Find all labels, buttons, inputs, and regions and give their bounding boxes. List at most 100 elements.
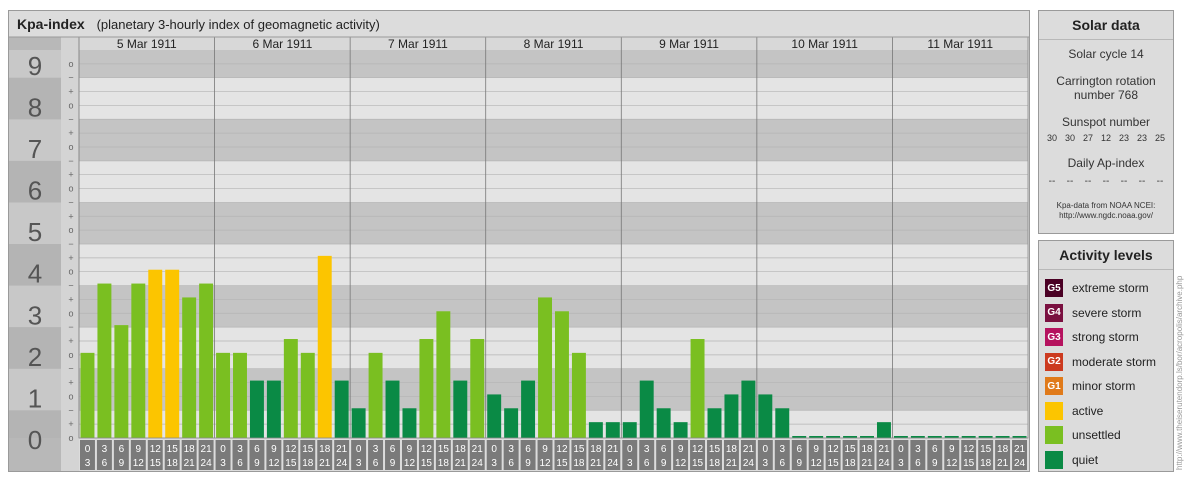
- level-label: severe storm: [1072, 305, 1142, 320]
- time-start-label: 3: [373, 444, 379, 455]
- time-start-label: 3: [915, 444, 921, 455]
- time-start-label: 0: [627, 444, 633, 455]
- kp-bar: [436, 311, 451, 438]
- kp-bar: [283, 339, 298, 438]
- y-minor-label: +: [68, 378, 73, 388]
- kp-bar: [521, 380, 536, 438]
- time-end-label: 24: [1014, 458, 1026, 469]
- time-end-label: 15: [828, 458, 840, 469]
- kp-bar: [80, 352, 95, 438]
- time-end-label: 21: [726, 458, 738, 469]
- ap-value: --: [1048, 176, 1056, 187]
- kp-bar: [656, 408, 671, 438]
- day-label: 5 Mar 1911: [117, 37, 177, 51]
- time-end-label: 9: [525, 458, 531, 469]
- level-quiet: quiet: [1039, 448, 1173, 473]
- level-label: minor storm: [1072, 379, 1136, 394]
- y-minor-label: −: [68, 322, 73, 332]
- time-end-label: 21: [455, 458, 467, 469]
- time-end-label: 3: [763, 458, 769, 469]
- time-start-label: 9: [542, 444, 548, 455]
- time-end-label: 12: [268, 458, 280, 469]
- kp-bar: [165, 269, 180, 438]
- time-end-label: 15: [285, 458, 297, 469]
- source-line1: Kpa-data from NOAA NCEI:: [1056, 201, 1156, 210]
- kp-bar: [588, 422, 603, 438]
- y-tick-label: 9: [28, 51, 42, 81]
- day-label: 8 Mar 1911: [524, 37, 584, 51]
- time-end-label: 9: [390, 458, 396, 469]
- kp-bar: [622, 422, 637, 438]
- time-end-label: 6: [373, 458, 379, 469]
- kp-bar: [758, 394, 773, 438]
- time-end-label: 24: [878, 458, 890, 469]
- time-start-label: 3: [644, 444, 650, 455]
- time-start-label: 6: [119, 444, 125, 455]
- level-unsettled: unsettled: [1039, 423, 1173, 448]
- y-tick-label: 6: [28, 176, 42, 206]
- kp-bar: [233, 352, 247, 438]
- time-end-label: 15: [421, 458, 433, 469]
- time-end-label: 24: [607, 458, 619, 469]
- time-start-label: 0: [220, 444, 226, 455]
- kp-bar: [182, 297, 197, 438]
- time-start-label: 21: [472, 444, 484, 455]
- y-minor-label: −: [68, 239, 73, 249]
- data-source: Kpa-data from NOAA NCEI: http://www.ngdc…: [1039, 201, 1173, 221]
- kp-bar: [419, 339, 434, 438]
- kp-bar: [402, 408, 417, 438]
- time-start-label: 9: [407, 444, 413, 455]
- ap-value: --: [1102, 176, 1110, 187]
- kpa-chart: 0123456789o+−o+−o+−o+−o+−o+−o+−o+−o+−o5 …: [9, 36, 1029, 471]
- level-extreme-storm: G5 extreme storm: [1039, 276, 1173, 301]
- time-end-label: 12: [539, 458, 551, 469]
- kp-bar: [148, 269, 163, 438]
- level-minor-storm: G1 minor storm: [1039, 374, 1173, 399]
- time-start-label: 6: [525, 444, 531, 455]
- g5-badge: G5: [1045, 279, 1063, 298]
- time-end-label: 6: [779, 458, 785, 469]
- time-end-label: 3: [85, 458, 91, 469]
- time-start-label: 0: [356, 444, 362, 455]
- kp-bar: [470, 339, 485, 438]
- time-start-label: 0: [763, 444, 769, 455]
- kp-bar: [97, 283, 112, 438]
- time-start-label: 12: [421, 444, 433, 455]
- kp-bar: [114, 325, 129, 438]
- day-label: 11 Mar 1911: [927, 37, 993, 51]
- level-label: active: [1072, 403, 1104, 418]
- level-moderate-storm: G2 moderate storm: [1039, 350, 1173, 375]
- time-start-label: 9: [813, 444, 819, 455]
- time-end-label: 21: [997, 458, 1009, 469]
- level-label: moderate storm: [1072, 354, 1157, 369]
- kp-bar: [571, 352, 586, 438]
- ap-values: -- -- -- -- -- -- --: [1039, 176, 1173, 187]
- activity-levels-panel: Activity levels G5 extreme storm G4 seve…: [1038, 240, 1174, 472]
- time-start-label: 6: [390, 444, 396, 455]
- time-end-label: 9: [932, 458, 938, 469]
- time-end-label: 6: [644, 458, 650, 469]
- time-start-label: 3: [237, 444, 243, 455]
- time-end-label: 18: [709, 458, 721, 469]
- day-label: 6 Mar 1911: [252, 37, 312, 51]
- y-tick-label: 3: [28, 300, 42, 330]
- y-minor-label: −: [68, 364, 73, 374]
- kp-bar: [266, 380, 281, 438]
- kp-bar: [131, 283, 146, 438]
- kp-bar: [351, 408, 366, 438]
- time-start-label: 0: [85, 444, 91, 455]
- time-start-label: 12: [150, 444, 162, 455]
- g4-badge: G4: [1045, 303, 1063, 322]
- ap-value: --: [1138, 176, 1146, 187]
- grid-band: [79, 202, 1028, 244]
- time-start-label: 15: [438, 444, 450, 455]
- time-end-label: 3: [220, 458, 226, 469]
- kp-bar: [673, 422, 688, 438]
- activity-levels-list: G5 extreme storm G4 severe storm G3 stro…: [1039, 270, 1173, 472]
- time-end-label: 12: [404, 458, 416, 469]
- level-label: unsettled: [1072, 428, 1121, 443]
- time-start-label: 21: [336, 444, 348, 455]
- sunspot-value: 12: [1100, 133, 1111, 143]
- g1-badge: G1: [1045, 377, 1063, 396]
- time-start-label: 9: [136, 444, 142, 455]
